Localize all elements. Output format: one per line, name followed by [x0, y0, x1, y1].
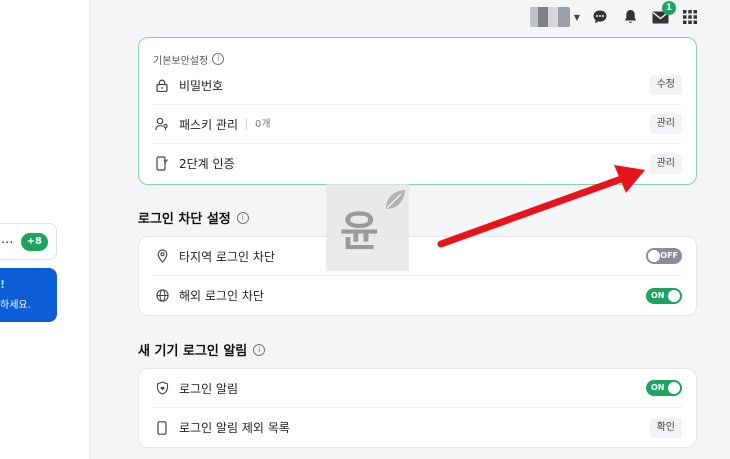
mobile-phone-icon: [153, 419, 171, 437]
region-block-row[interactable]: 타지역 로그인 차단 OFF: [153, 237, 682, 276]
mail-icon[interactable]: 1: [650, 1, 676, 27]
passkey-icon: [153, 115, 171, 133]
login-alert-row[interactable]: 로그인 알림 ON: [153, 369, 682, 408]
alert-exclude-label: 로그인 알림 제외 목록: [179, 421, 290, 435]
notice-mark: !: [0, 278, 6, 291]
region-block-label: 타지역 로그인 차단: [179, 249, 275, 264]
notice-text: 하세요.: [0, 300, 31, 311]
watermark-char: 윤: [340, 207, 379, 256]
globe-icon: [153, 287, 171, 305]
passkey-count: 0개: [246, 118, 271, 130]
chat-icon[interactable]: [590, 7, 610, 27]
top-bar: ▼ 1: [529, 1, 700, 29]
passkey-label: 패스키 관리: [179, 117, 239, 132]
edit-password-button[interactable]: 수정: [649, 75, 682, 95]
phone-check-icon: [153, 155, 171, 173]
basic-security-heading: 기본보안설정 i: [139, 38, 696, 67]
alert-exclude-row[interactable]: 로그인 알림 제외 목록 확인: [153, 408, 682, 447]
sidebar-notice[interactable]: ! 하세요.: [0, 268, 57, 322]
toggle-state: OFF: [660, 251, 678, 260]
toggle-knob: [668, 382, 680, 394]
toggle-knob: [668, 289, 680, 302]
login-alert-toggle[interactable]: ON: [646, 380, 682, 396]
new-device-card: 로그인 알림 ON 로그인 알림 제외 목록 확인: [138, 368, 697, 448]
password-row[interactable]: 비밀번호 수정: [153, 66, 682, 105]
location-pin-icon: [153, 247, 171, 265]
two-factor-row[interactable]: 2단계 인증 관리: [153, 144, 682, 183]
view-exclude-list-button[interactable]: 확인: [649, 417, 682, 438]
mail-count-badge: 1: [662, 1, 676, 15]
password-label: 비밀번호: [179, 78, 224, 93]
two-factor-label: 2단계 인증: [179, 157, 235, 171]
manage-two-factor-button[interactable]: 관리: [649, 153, 682, 174]
login-block-card: 타지역 로그인 차단 OFF 해외 로그인 차단 ON: [138, 236, 697, 316]
sidebar-card-text: ...: [1, 232, 14, 247]
login-block-section-title: 로그인 차단 설정 i: [138, 208, 249, 227]
region-block-toggle[interactable]: OFF: [646, 248, 682, 264]
leaf-icon: [386, 190, 405, 209]
chevron-down-icon[interactable]: ▼: [574, 13, 580, 22]
left-sidebar: ... +8 ! 하세요.: [0, 0, 90, 459]
new-device-section-title: 새 기기 로그인 알림 i: [138, 340, 266, 359]
apps-grid-icon[interactable]: [680, 7, 700, 27]
toggle-state: ON: [651, 383, 665, 392]
login-alert-label: 로그인 알림: [179, 381, 239, 396]
shield-heart-icon: [153, 379, 171, 397]
avatar[interactable]: [529, 7, 570, 27]
toggle-state: ON: [651, 290, 665, 300]
watermark-logo: 윤: [326, 184, 409, 271]
basic-security-title: 기본보안설정: [153, 55, 209, 67]
passkey-row[interactable]: 패스키 관리 0개 관리: [153, 105, 682, 144]
new-device-title: 새 기기 로그인 알림: [138, 344, 248, 359]
info-icon[interactable]: i: [253, 343, 266, 356]
bell-icon[interactable]: [620, 7, 640, 27]
login-block-title: 로그인 차단 설정: [138, 212, 231, 227]
overseas-block-label: 해외 로그인 차단: [179, 289, 264, 303]
overseas-block-toggle[interactable]: ON: [646, 287, 682, 304]
info-icon[interactable]: i: [212, 53, 225, 65]
overseas-block-row[interactable]: 해외 로그인 차단 ON: [153, 276, 682, 315]
info-icon[interactable]: i: [236, 211, 249, 224]
basic-security-card: 기본보안설정 i 비밀번호 수정 패스키 관리 0개 관리 2단계 인증 관리: [138, 37, 697, 185]
sidebar-card[interactable]: ... +8: [0, 223, 57, 260]
toggle-knob: [648, 250, 660, 262]
lock-icon: [153, 76, 171, 94]
manage-passkey-button[interactable]: 관리: [649, 114, 682, 134]
more-count-badge: +8: [20, 233, 48, 251]
